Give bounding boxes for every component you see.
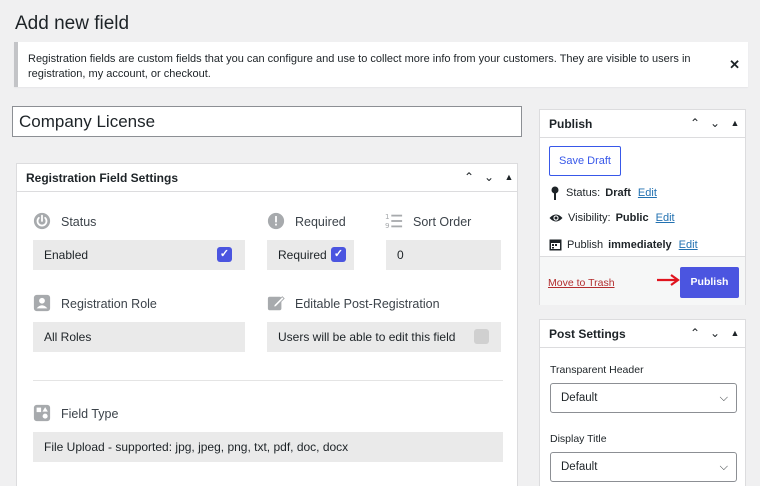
status-label: Status [61, 215, 97, 229]
chevron-down-icon: ⌵ [719, 461, 728, 473]
transparent-header-select[interactable]: Default ⌵ [550, 383, 737, 413]
post-settings-box: Post Settings ⌃ ⌄ ▲ Transparent Header D… [539, 319, 746, 486]
edit-schedule-link[interactable]: Edit [679, 239, 698, 251]
field-title-input[interactable]: Company License [12, 106, 522, 137]
status-row-label: Status: [566, 187, 601, 199]
toggle-arrow-icon[interactable]: ▲ [727, 325, 743, 341]
publish-box: Publish ⌃ ⌄ ▲ Save Draft Status: Draft E… [539, 109, 746, 305]
close-icon[interactable]: ✕ [729, 58, 740, 71]
sort-order-field[interactable]: 0 [386, 240, 501, 270]
visibility-row-label: Visibility: [568, 212, 611, 224]
move-to-trash-link[interactable]: Move to Trash [548, 277, 615, 289]
editable-checkbox[interactable] [474, 329, 489, 344]
editable-value: Users will be able to edit this field [278, 330, 456, 344]
section-divider [33, 380, 503, 381]
publish-footer: Move to Trash Publish [540, 256, 745, 305]
chevron-down-icon: ⌵ [719, 392, 728, 404]
chevron-down-icon[interactable]: ⌄ [481, 169, 497, 185]
svg-text:1: 1 [385, 212, 390, 221]
registration-field-settings-box: Registration Field Settings ⌃ ⌄ ▲ Status… [16, 163, 518, 486]
publish-box-title: Publish [549, 117, 593, 131]
post-settings-title: Post Settings [549, 327, 626, 341]
sort-order-label: Sort Order [413, 215, 472, 229]
editable-field[interactable]: Users will be able to edit this field [267, 322, 501, 352]
publish-box-header: Publish ⌃ ⌄ ▲ [540, 110, 745, 138]
required-value: Required [278, 248, 327, 262]
transparent-header-label: Transparent Header [550, 364, 644, 376]
post-settings-controls: ⌃ ⌄ ▲ [687, 325, 743, 341]
required-label: Required [295, 215, 346, 229]
page-title: Add new field [15, 13, 130, 34]
role-label: Registration Role [61, 297, 157, 311]
chevron-down-icon[interactable]: ⌄ [707, 325, 723, 341]
display-title-select[interactable]: Default ⌵ [550, 452, 737, 482]
status-checkbox[interactable]: ✓ [217, 247, 232, 262]
role-field[interactable]: All Roles [33, 322, 245, 352]
svg-text:9: 9 [385, 221, 390, 230]
settings-box-title: Registration Field Settings [26, 171, 179, 185]
power-icon [33, 212, 51, 230]
chevron-up-icon[interactable]: ⌃ [461, 169, 477, 185]
publish-box-controls: ⌃ ⌄ ▲ [687, 115, 743, 131]
user-icon [33, 294, 51, 312]
visibility-row-value: Public [615, 212, 649, 224]
box-controls: ⌃ ⌄ ▲ [461, 169, 517, 185]
toggle-arrow-icon[interactable]: ▲ [501, 169, 517, 185]
status-field[interactable]: Enabled [33, 240, 245, 270]
role-value: All Roles [44, 330, 92, 344]
edit-status-link[interactable]: Edit [638, 187, 657, 199]
publish-button[interactable]: Publish [680, 267, 739, 298]
settings-box-header: Registration Field Settings ⌃ ⌄ ▲ [17, 164, 517, 192]
field-type-icon [33, 404, 51, 422]
chevron-up-icon[interactable]: ⌃ [687, 115, 703, 131]
required-checkbox[interactable]: ✓ [331, 247, 346, 262]
chevron-up-icon[interactable]: ⌃ [687, 325, 703, 341]
status-row: Status: Draft Edit [549, 186, 657, 200]
edit-icon [267, 296, 285, 311]
red-arrow-icon [657, 274, 680, 286]
info-notice: Registration fields are custom fields th… [14, 42, 748, 87]
sort-order-value: 0 [397, 248, 404, 262]
schedule-row: Publish immediately Edit [549, 238, 698, 251]
chevron-down-icon[interactable]: ⌄ [707, 115, 723, 131]
schedule-row-value: immediately [608, 238, 672, 251]
pin-icon [551, 186, 559, 200]
calendar-icon [549, 239, 562, 251]
display-title-value: Default [561, 461, 598, 473]
toggle-arrow-icon[interactable]: ▲ [727, 115, 743, 131]
status-value: Enabled [44, 248, 89, 262]
field-type-value: File Upload - supported: jpg, jpeg, png,… [44, 440, 349, 454]
transparent-header-value: Default [561, 392, 598, 404]
exclamation-icon [267, 212, 285, 230]
display-title-label: Display Title [550, 433, 607, 445]
post-settings-header: Post Settings ⌃ ⌄ ▲ [540, 320, 745, 348]
save-draft-button[interactable]: Save Draft [549, 146, 621, 176]
schedule-row-label: Publish [567, 238, 604, 251]
notice-text: Registration fields are custom fields th… [28, 53, 691, 80]
field-type-label: Field Type [61, 407, 119, 421]
visibility-row: Visibility: Public Edit [549, 212, 675, 224]
field-type-field[interactable]: File Upload - supported: jpg, jpeg, png,… [33, 432, 503, 462]
status-row-value: Draft [605, 187, 631, 199]
edit-visibility-link[interactable]: Edit [656, 212, 675, 224]
editable-label: Editable Post-Registration [295, 297, 440, 311]
eye-icon [549, 214, 563, 222]
sort-order-icon: 1 9 [385, 212, 403, 230]
